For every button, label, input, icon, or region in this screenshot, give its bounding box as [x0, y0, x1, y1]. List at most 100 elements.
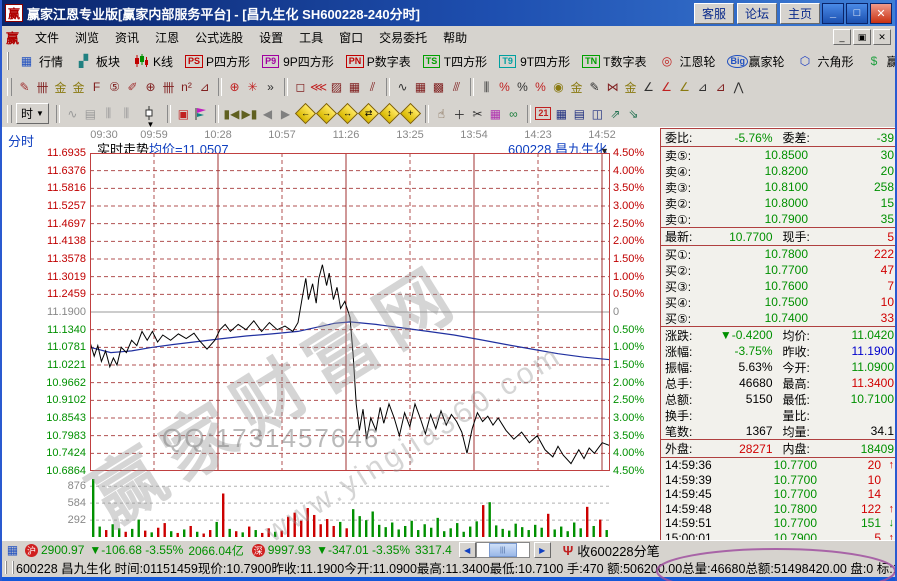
save-icon[interactable]: ◫ — [589, 106, 606, 122]
star-tool-icon[interactable]: ✳ — [244, 79, 261, 95]
cross-icon[interactable]: ＋ — [451, 106, 468, 122]
kline-button[interactable]: K线 — [127, 52, 178, 71]
fan-tool-icon[interactable]: ⋘ — [310, 79, 327, 95]
more-chevron-icon[interactable]: » — [262, 79, 279, 95]
pen-tool-icon[interactable]: ✎ — [16, 79, 33, 95]
prev-icon[interactable]: ◀ — [259, 106, 276, 122]
export-globe-icon[interactable]: ⇗ — [607, 106, 624, 122]
menu-item-帮助[interactable]: 帮助 — [435, 29, 475, 47]
net2-tool-icon[interactable]: ▩ — [430, 79, 447, 95]
net-tool-icon[interactable]: ▦ — [346, 79, 363, 95]
service-button[interactable]: 客服 — [694, 3, 734, 24]
channel-tool-icon[interactable]: ⋈ — [604, 79, 621, 95]
tick-feed-button[interactable]: Ψ 收600228分笔 — [563, 541, 660, 560]
menu-item-设置[interactable]: 设置 — [251, 29, 291, 47]
anglebox-tool-icon[interactable]: ⊿ — [712, 79, 729, 95]
pen2-tool-icon[interactable]: ✐ — [124, 79, 141, 95]
anglegold-tool-icon[interactable]: ∠ — [676, 79, 693, 95]
service-dollar-button[interactable]: $赢家服务 — [861, 52, 895, 71]
box-tool-icon[interactable]: ◻ — [292, 79, 309, 95]
anglew-tool-icon[interactable]: ⋀ — [730, 79, 747, 95]
forum-button[interactable]: 论坛 — [737, 3, 777, 24]
goldgrid-tool-icon[interactable]: 金 — [52, 79, 69, 95]
ps-badge-button[interactable]: PSP四方形 — [180, 52, 255, 71]
wave-disabled-icon[interactable]: ∿ — [64, 106, 81, 122]
pct-tool-icon[interactable]: % — [514, 79, 531, 95]
scroll-track[interactable]: ||| — [476, 542, 530, 558]
zigzag-tool-icon[interactable]: ∿ — [394, 79, 411, 95]
ts-badge-button[interactable]: TST四方形 — [418, 52, 492, 71]
slashes-tool-icon[interactable]: ⫻ — [448, 79, 465, 95]
chartbox-icon[interactable]: ▣ — [175, 106, 192, 122]
scroll-left-button[interactable]: ◀ — [459, 542, 476, 558]
stamp-icon[interactable]: ▦ — [487, 106, 504, 122]
quote-grid-icon[interactable]: ▦ — [4, 542, 21, 558]
scroll-thumb[interactable]: ||| — [489, 543, 517, 557]
menu-item-交易委托[interactable]: 交易委托 — [371, 29, 435, 47]
binoculars-icon[interactable]: ∞ — [505, 106, 522, 122]
tn-badge-button[interactable]: TNT数字表 — [577, 52, 651, 71]
scissors-icon[interactable]: ✂ — [469, 106, 486, 122]
clockgrid-tool-icon[interactable]: ⊕ — [142, 79, 159, 95]
diamond-vswap-icon[interactable]: ↕ — [379, 103, 400, 124]
t9-badge-button[interactable]: T99T四方形 — [494, 52, 575, 71]
densegrid-tool-icon[interactable]: ▦ — [412, 79, 429, 95]
menu-item-工具[interactable]: 工具 — [291, 29, 331, 47]
bars9-disabled-icon[interactable]: ⫼ — [118, 106, 135, 122]
diamond-swap-icon[interactable]: ⇄ — [358, 103, 379, 124]
gann-wheel-button[interactable]: ◎江恩轮 — [653, 52, 720, 71]
diamond-left-icon[interactable]: ← — [295, 103, 316, 124]
candle-dropdown-icon[interactable]: ▼ — [136, 106, 162, 122]
anglespeed-tool-icon[interactable]: ⊿ — [694, 79, 711, 95]
doc-disabled-icon[interactable]: ▤ — [82, 106, 99, 122]
volume-plot[interactable] — [90, 479, 610, 540]
period-dropdown[interactable]: 时▼ — [16, 103, 49, 124]
menu-item-浏览[interactable]: 浏览 — [67, 29, 107, 47]
menu-item-资讯[interactable]: 资讯 — [107, 29, 147, 47]
hatch-tool-icon[interactable]: ▨ — [328, 79, 345, 95]
pn-badge-button[interactable]: PNP数字表 — [341, 52, 416, 71]
menu-item-江恩[interactable]: 江恩 — [147, 29, 187, 47]
bars3-disabled-icon[interactable]: ⫼ — [100, 106, 117, 122]
hexagon-button[interactable]: ⬡六角形 — [792, 52, 859, 71]
next-icon[interactable]: ▶ — [277, 106, 294, 122]
hand-icon[interactable]: ☝ — [433, 106, 450, 122]
goldline-tool-icon[interactable]: 金 — [568, 79, 585, 95]
scroll-right-button[interactable]: ▶ — [534, 542, 551, 558]
grid2-tool-icon[interactable]: 卌 — [160, 79, 177, 95]
homepage-button[interactable]: 主页 — [780, 3, 820, 24]
candlepen-tool-icon[interactable]: ✎ — [586, 79, 603, 95]
child-close-button[interactable]: ✕ — [873, 29, 891, 45]
ruler-tool-icon[interactable]: ⊿ — [196, 79, 213, 95]
diamond-right-icon[interactable]: → — [316, 103, 337, 124]
menu-item-窗口[interactable]: 窗口 — [331, 29, 371, 47]
export-pc-icon[interactable]: ⇘ — [625, 106, 642, 122]
fgrid-tool-icon[interactable]: F — [88, 79, 105, 95]
last-icon[interactable]: ▶▮ — [241, 106, 258, 122]
winner-wheel-button[interactable]: Big赢家轮 — [722, 52, 789, 71]
goldcircle-tool-icon[interactable]: ◉ — [550, 79, 567, 95]
grid-tool-icon[interactable]: 卌 — [34, 79, 51, 95]
nsquare-tool-icon[interactable]: n² — [178, 79, 195, 95]
flag-icon[interactable] — [193, 106, 210, 122]
price-plot[interactable] — [90, 153, 610, 474]
child-minimize-button[interactable]: _ — [833, 29, 851, 45]
diamond-expand-icon[interactable]: + — [400, 103, 421, 124]
p9-badge-button[interactable]: P99P四方形 — [257, 52, 339, 71]
anglej-tool-icon[interactable]: ∠ — [640, 79, 657, 95]
calculator-icon[interactable]: ▦ — [553, 106, 570, 122]
horizontal-scrollbar[interactable]: ◀ ||| ▶ — [459, 542, 551, 558]
child-restore-button[interactable]: ▣ — [853, 29, 871, 45]
notepad-icon[interactable]: ▤ — [571, 106, 588, 122]
maximize-button[interactable]: □ — [846, 3, 868, 24]
minimize-button[interactable]: _ — [822, 3, 844, 24]
menu-item-文件[interactable]: 文件 — [27, 29, 67, 47]
bars-tool-icon[interactable]: ⫼ — [478, 79, 495, 95]
goldline2-tool-icon[interactable]: 金 — [622, 79, 639, 95]
pctline-tool-icon[interactable]: % — [532, 79, 549, 95]
first-icon[interactable]: ▮◀ — [223, 106, 240, 122]
menu-item-公式选股[interactable]: 公式选股 — [187, 29, 251, 47]
goldgrid2-tool-icon[interactable]: 金 — [70, 79, 87, 95]
blocks-button[interactable]: ▞板块 — [70, 52, 125, 71]
fivegrid-tool-icon[interactable]: ⑤ — [106, 79, 123, 95]
